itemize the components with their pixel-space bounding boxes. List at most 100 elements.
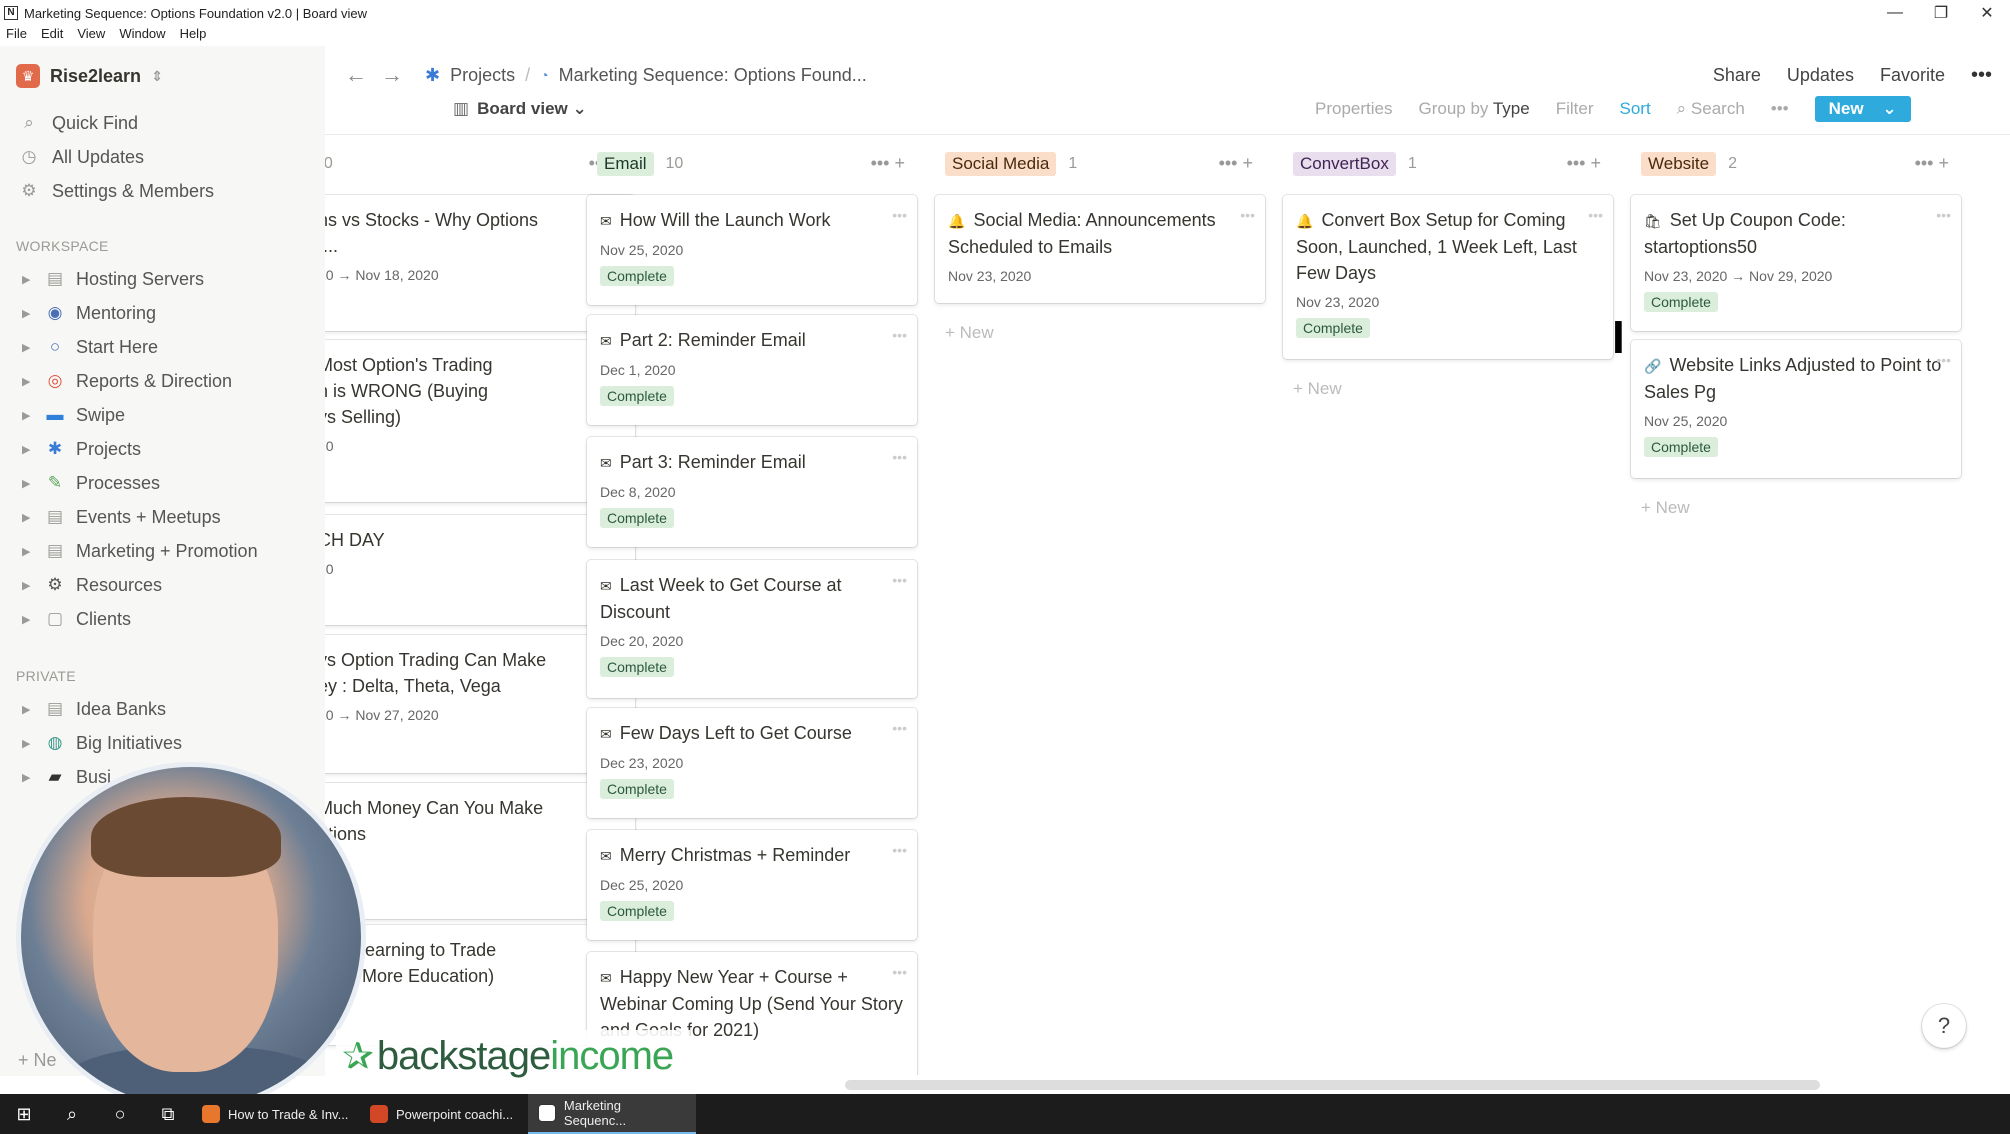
column-actions[interactable]: ••• +: [871, 153, 905, 174]
close-button[interactable]: ✕: [1964, 0, 2010, 26]
sidebar-settings[interactable]: ⚙ Settings & Members: [20, 174, 214, 208]
share-button[interactable]: Share: [1713, 65, 1761, 86]
sidebar-item-3[interactable]: ▶ ◎ Reports & Direction: [22, 364, 258, 398]
column-actions[interactable]: ••• +: [1915, 153, 1949, 174]
expand-triangle-icon[interactable]: ▶: [22, 477, 34, 490]
expand-triangle-icon[interactable]: ▶: [22, 703, 34, 716]
back-arrow-icon[interactable]: ←: [345, 62, 367, 88]
column-tag[interactable]: Website: [1641, 152, 1717, 176]
view-more-icon[interactable]: •••: [1771, 99, 1789, 119]
card-more-icon[interactable]: •••: [892, 207, 907, 223]
expand-triangle-icon[interactable]: ▶: [22, 443, 34, 456]
help-button[interactable]: ?: [1922, 1004, 1966, 1048]
new-page-button[interactable]: + Ne: [18, 1050, 57, 1071]
expand-triangle-icon[interactable]: ▶: [22, 409, 34, 422]
card-more-icon[interactable]: •••: [892, 572, 907, 588]
taskbar-app-0[interactable]: How to Trade & Inv...: [192, 1094, 360, 1134]
minimize-button[interactable]: —: [1872, 0, 1918, 26]
sidebar-item-7[interactable]: ▶ ▤ Events + Meetups: [22, 500, 258, 534]
task-view-icon[interactable]: ⧉: [144, 1094, 192, 1134]
menu-edit[interactable]: Edit: [41, 26, 63, 46]
private-item-0[interactable]: ▶ ▤ Idea Banks: [22, 692, 182, 726]
expand-triangle-icon[interactable]: ▶: [22, 511, 34, 524]
board-card[interactable]: ✉ Few Days Left to Get Course Dec 23, 2020…: [587, 708, 917, 818]
card-more-icon[interactable]: •••: [1588, 207, 1603, 223]
sidebar-item-6[interactable]: ▶ ✎ Processes: [22, 466, 258, 500]
new-item-button[interactable]: New ⌄: [1814, 96, 1911, 122]
search-icon[interactable]: ⌕: [48, 1094, 96, 1134]
menu-view[interactable]: View: [77, 26, 105, 46]
card-more-icon[interactable]: •••: [1936, 352, 1951, 368]
expand-triangle-icon[interactable]: ▶: [22, 771, 34, 784]
expand-triangle-icon[interactable]: ▶: [22, 545, 34, 558]
board-card[interactable]: ✉ Merry Christmas + Reminder Dec 25, 2020 C…: [587, 830, 917, 940]
board-card[interactable]: ✉ How Will the Launch Work Nov 25, 2020 Com…: [587, 195, 917, 305]
properties-button[interactable]: Properties: [1315, 99, 1392, 119]
add-card-button[interactable]: + New: [1641, 498, 1690, 518]
favorite-button[interactable]: Favorite: [1880, 65, 1945, 86]
board-card[interactable]: 🔗 Website Links Adjusted to Point to Sale…: [1631, 340, 1961, 478]
taskbar-app-1[interactable]: Powerpoint coachi...: [360, 1094, 528, 1134]
column-actions[interactable]: ••• +: [1219, 153, 1253, 174]
board-card[interactable]: 🔔 Convert Box Setup for Coming Soon, Laun…: [1283, 195, 1613, 359]
horizontal-scrollbar[interactable]: [845, 1080, 1820, 1090]
menu-window[interactable]: Window: [119, 26, 165, 46]
sidebar-item-8[interactable]: ▶ ▤ Marketing + Promotion: [22, 534, 258, 568]
workspace-switcher[interactable]: ♛ Rise2learn ⇕: [16, 64, 163, 88]
column-actions[interactable]: ••• +: [1567, 153, 1601, 174]
card-more-icon[interactable]: •••: [892, 964, 907, 980]
card-more-icon[interactable]: •••: [1240, 207, 1255, 223]
expand-triangle-icon[interactable]: ▶: [22, 613, 34, 626]
board-card[interactable]: ✉ Part 3: Reminder Email Dec 8, 2020 Comple…: [587, 437, 917, 547]
sidebar-item-10[interactable]: ▶ ▢ Clients: [22, 602, 258, 636]
sidebar-quick-find[interactable]: ⌕ Quick Find: [20, 106, 214, 140]
expand-triangle-icon[interactable]: ▶: [22, 737, 34, 750]
menu-file[interactable]: File: [6, 26, 27, 46]
sidebar-item-1[interactable]: ▶ ◉ Mentoring: [22, 296, 258, 330]
breadcrumb-projects[interactable]: Projects: [450, 65, 515, 86]
card-more-icon[interactable]: •••: [1936, 207, 1951, 223]
sidebar-item-9[interactable]: ▶ ⚙ Resources: [22, 568, 258, 602]
column-tag[interactable]: Email: [597, 152, 654, 176]
board-card[interactable]: ✉ Last Week to Get Course at Discount Dec …: [587, 560, 917, 698]
taskbar-app-2[interactable]: Marketing Sequenc...: [528, 1094, 696, 1134]
sidebar-all-updates[interactable]: ◷ All Updates: [20, 140, 214, 174]
sidebar-item-2[interactable]: ▶ ○ Start Here: [22, 330, 258, 364]
filter-button[interactable]: Filter: [1556, 99, 1594, 119]
restore-button[interactable]: ❐: [1918, 0, 1964, 26]
more-options-icon[interactable]: •••: [1971, 64, 1992, 87]
sidebar-item-5[interactable]: ▶ ✱ Projects: [22, 432, 258, 466]
updates-button[interactable]: Updates: [1787, 65, 1854, 86]
forward-arrow-icon[interactable]: →: [381, 62, 403, 88]
add-card-button[interactable]: + New: [945, 323, 994, 343]
card-date: Nov 25, 2020: [1644, 413, 1728, 429]
breadcrumb-current-page[interactable]: Marketing Sequence: Options Found...: [559, 65, 867, 86]
search-button[interactable]: ⌕ Search: [1677, 99, 1745, 119]
expand-triangle-icon[interactable]: ▶: [22, 375, 34, 388]
board-card[interactable]: ✉ Part 2: Reminder Email Dec 1, 2020 Comple…: [587, 315, 917, 425]
sidebar-item-4[interactable]: ▶ ▬ Swipe: [22, 398, 258, 432]
private-item-1[interactable]: ▶ ◍ Big Initiatives: [22, 726, 182, 760]
expand-triangle-icon[interactable]: ▶: [22, 579, 34, 592]
sort-button[interactable]: Sort: [1619, 99, 1650, 119]
card-more-icon[interactable]: •••: [892, 327, 907, 343]
board-card[interactable]: 🛍 Set Up Coupon Code: startoptions50 Nov 2…: [1631, 195, 1961, 331]
sidebar-item-0[interactable]: ▶ ▤ Hosting Servers: [22, 262, 258, 296]
group-by-button[interactable]: Group by Type: [1418, 99, 1529, 119]
column-tag[interactable]: Social Media: [945, 152, 1057, 176]
add-card-button[interactable]: + New: [1293, 379, 1342, 399]
card-more-icon[interactable]: •••: [892, 720, 907, 736]
expand-triangle-icon[interactable]: ▶: [22, 273, 34, 286]
card-more-icon[interactable]: •••: [892, 842, 907, 858]
column-tag[interactable]: ConvertBox: [1293, 152, 1396, 176]
status-badge: Complete: [600, 386, 674, 406]
menu-help[interactable]: Help: [180, 26, 207, 46]
card-more-icon[interactable]: •••: [892, 449, 907, 465]
cortana-icon[interactable]: ○: [96, 1094, 144, 1134]
board-view-selector[interactable]: ▥ Board view ⌄: [453, 99, 587, 119]
card-emoji-icon: 🛍: [1644, 213, 1662, 229]
board-card[interactable]: 🔔 Social Media: Announcements Scheduled t…: [935, 195, 1265, 303]
expand-triangle-icon[interactable]: ▶: [22, 307, 34, 320]
windows-start-icon[interactable]: ⊞: [0, 1094, 48, 1134]
expand-triangle-icon[interactable]: ▶: [22, 341, 34, 354]
